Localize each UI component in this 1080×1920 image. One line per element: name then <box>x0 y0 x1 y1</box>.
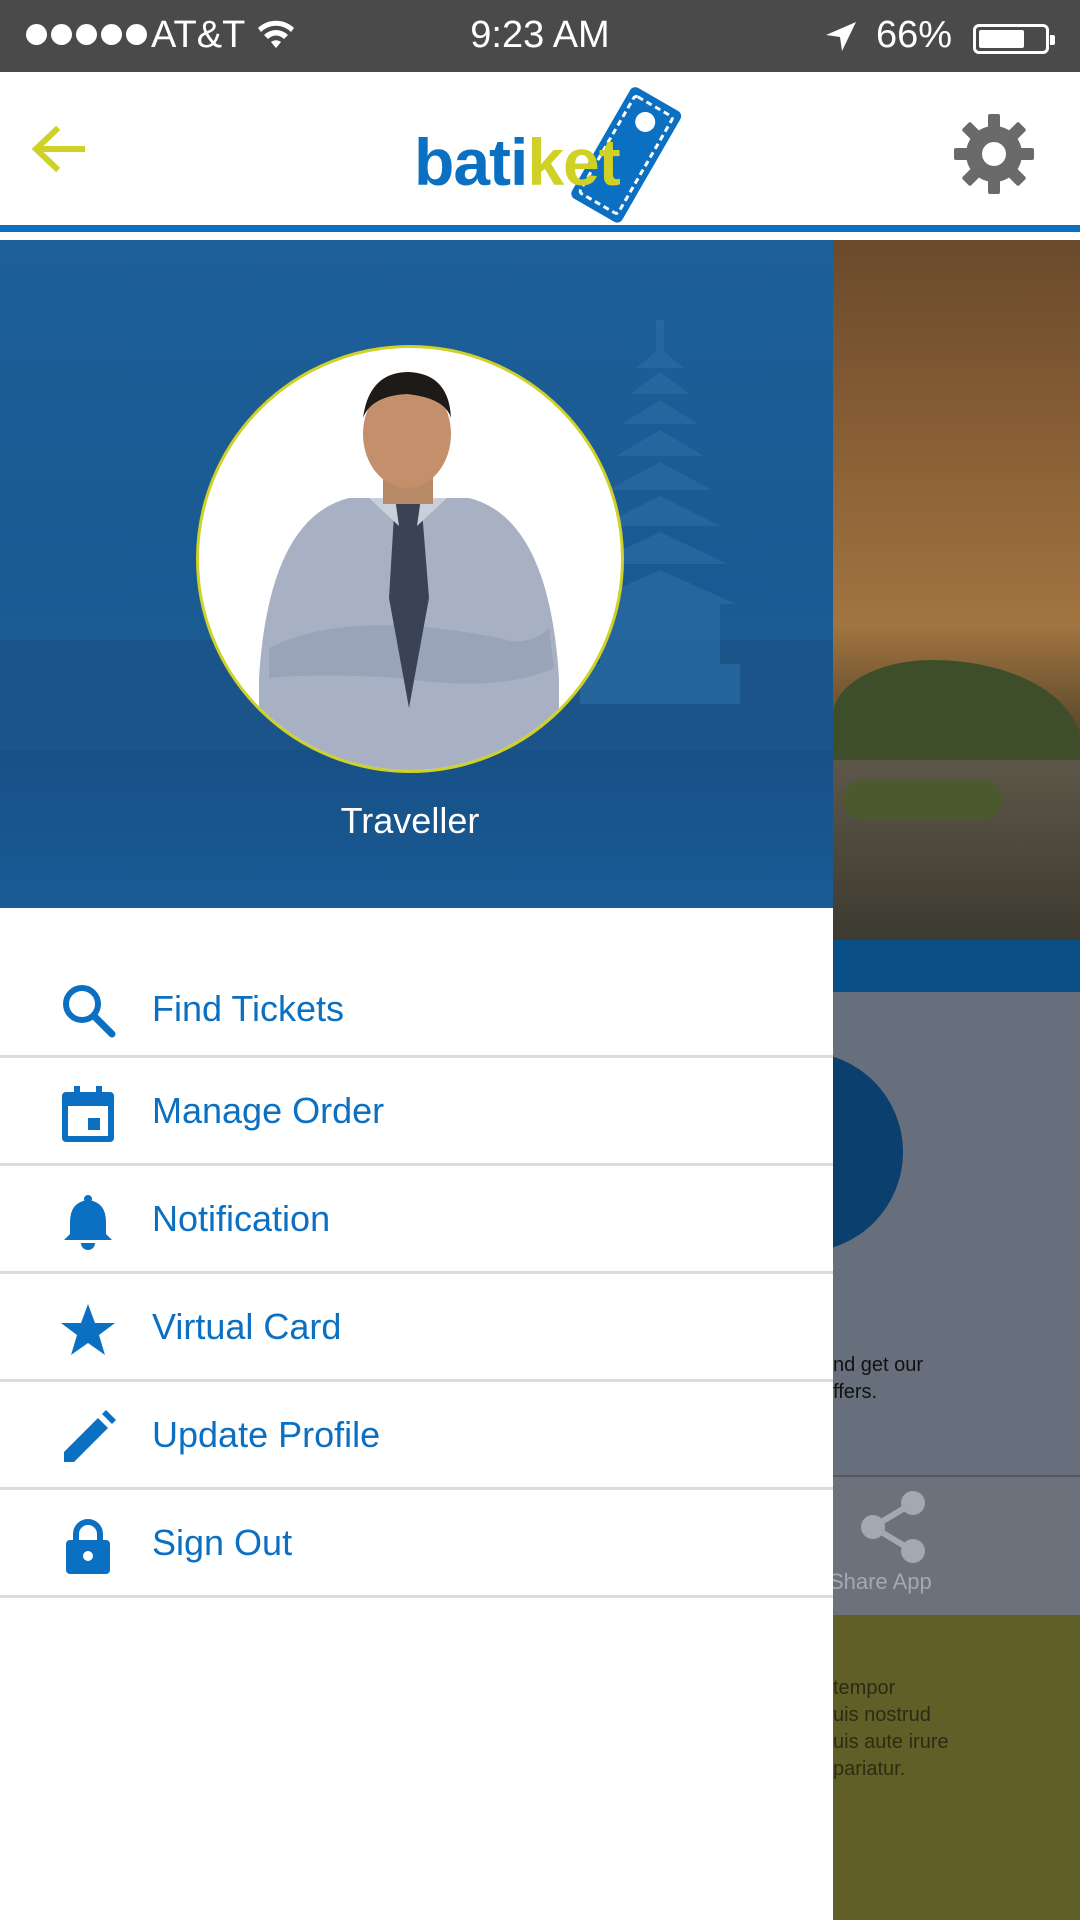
menu-label: Notification <box>152 1198 331 1239</box>
menu-item-find-tickets[interactable]: Find Tickets <box>0 908 833 1058</box>
battery-percentage: 66% <box>876 14 953 56</box>
info-line: uis nostrud <box>833 1704 931 1726</box>
search-icon <box>63 985 116 1038</box>
info-text: tempor uis nostrud uis aute irure pariat… <box>833 1675 949 1783</box>
menu-label: Update Profile <box>152 1414 381 1455</box>
menu-label: Manage Order <box>152 1090 385 1131</box>
status-bar: AT&T 9:23 AM 66% <box>0 0 1080 72</box>
pencil-icon <box>64 1410 116 1462</box>
location-arrow-icon <box>826 22 856 51</box>
promo-circle <box>833 1052 903 1252</box>
drawer-profile-header: Traveller <box>0 240 833 908</box>
share-icon <box>861 1491 925 1563</box>
calendar-icon <box>62 1086 114 1142</box>
logo-text-bati: bati <box>414 125 528 199</box>
menu-label: Find Tickets <box>152 988 345 1029</box>
menu-item-sign-out[interactable]: Sign Out <box>0 1490 833 1598</box>
battery-icon <box>973 24 1055 54</box>
promo-line: ffers. <box>833 1381 878 1403</box>
info-section: tempor uis nostrud uis aute irure pariat… <box>833 1615 1080 1920</box>
logo-text-ket: ket <box>527 125 620 199</box>
profile-photo <box>259 372 559 770</box>
menu-item-virtual-card[interactable]: Virtual Card <box>0 1274 833 1382</box>
background-main-content: nd get our ffers. Share App tempor uis n… <box>833 232 1080 1920</box>
share-app-label: Share App <box>833 1569 932 1594</box>
app-header: batiket <box>0 72 1080 232</box>
info-line: pariatur. <box>833 1758 906 1780</box>
navigation-drawer: Traveller Find Tickets Manage Order Noti… <box>0 232 833 1920</box>
menu-item-update-profile[interactable]: Update Profile <box>0 1382 833 1490</box>
batiket-logo: batiket <box>410 78 690 228</box>
menu-label: Virtual Card <box>152 1306 342 1347</box>
logo-text: batiket <box>414 124 621 200</box>
arrow-left-icon[interactable] <box>24 114 94 184</box>
info-line: tempor <box>833 1677 896 1699</box>
menu-item-notification[interactable]: Notification <box>0 1166 833 1274</box>
promo-card: nd get our ffers. <box>833 992 1080 1507</box>
menu-item-manage-order[interactable]: Manage Order <box>0 1058 833 1166</box>
promo-line: nd get our <box>833 1354 924 1376</box>
hero-image <box>833 240 1080 940</box>
menu-label: Sign Out <box>152 1522 293 1563</box>
info-line: uis aute irure <box>833 1731 949 1753</box>
star-icon <box>61 1304 115 1355</box>
gear-icon[interactable] <box>952 112 1036 196</box>
bell-icon <box>64 1195 112 1250</box>
promo-text: nd get our ffers. <box>833 1352 923 1406</box>
avatar[interactable] <box>196 345 624 773</box>
lock-icon <box>66 1519 110 1574</box>
drawer-menu: Find Tickets Manage Order Notification V… <box>0 908 833 1598</box>
share-app-button: Share App <box>833 1475 1080 1617</box>
hero-strip <box>833 940 1080 992</box>
profile-name: Traveller <box>340 800 480 841</box>
